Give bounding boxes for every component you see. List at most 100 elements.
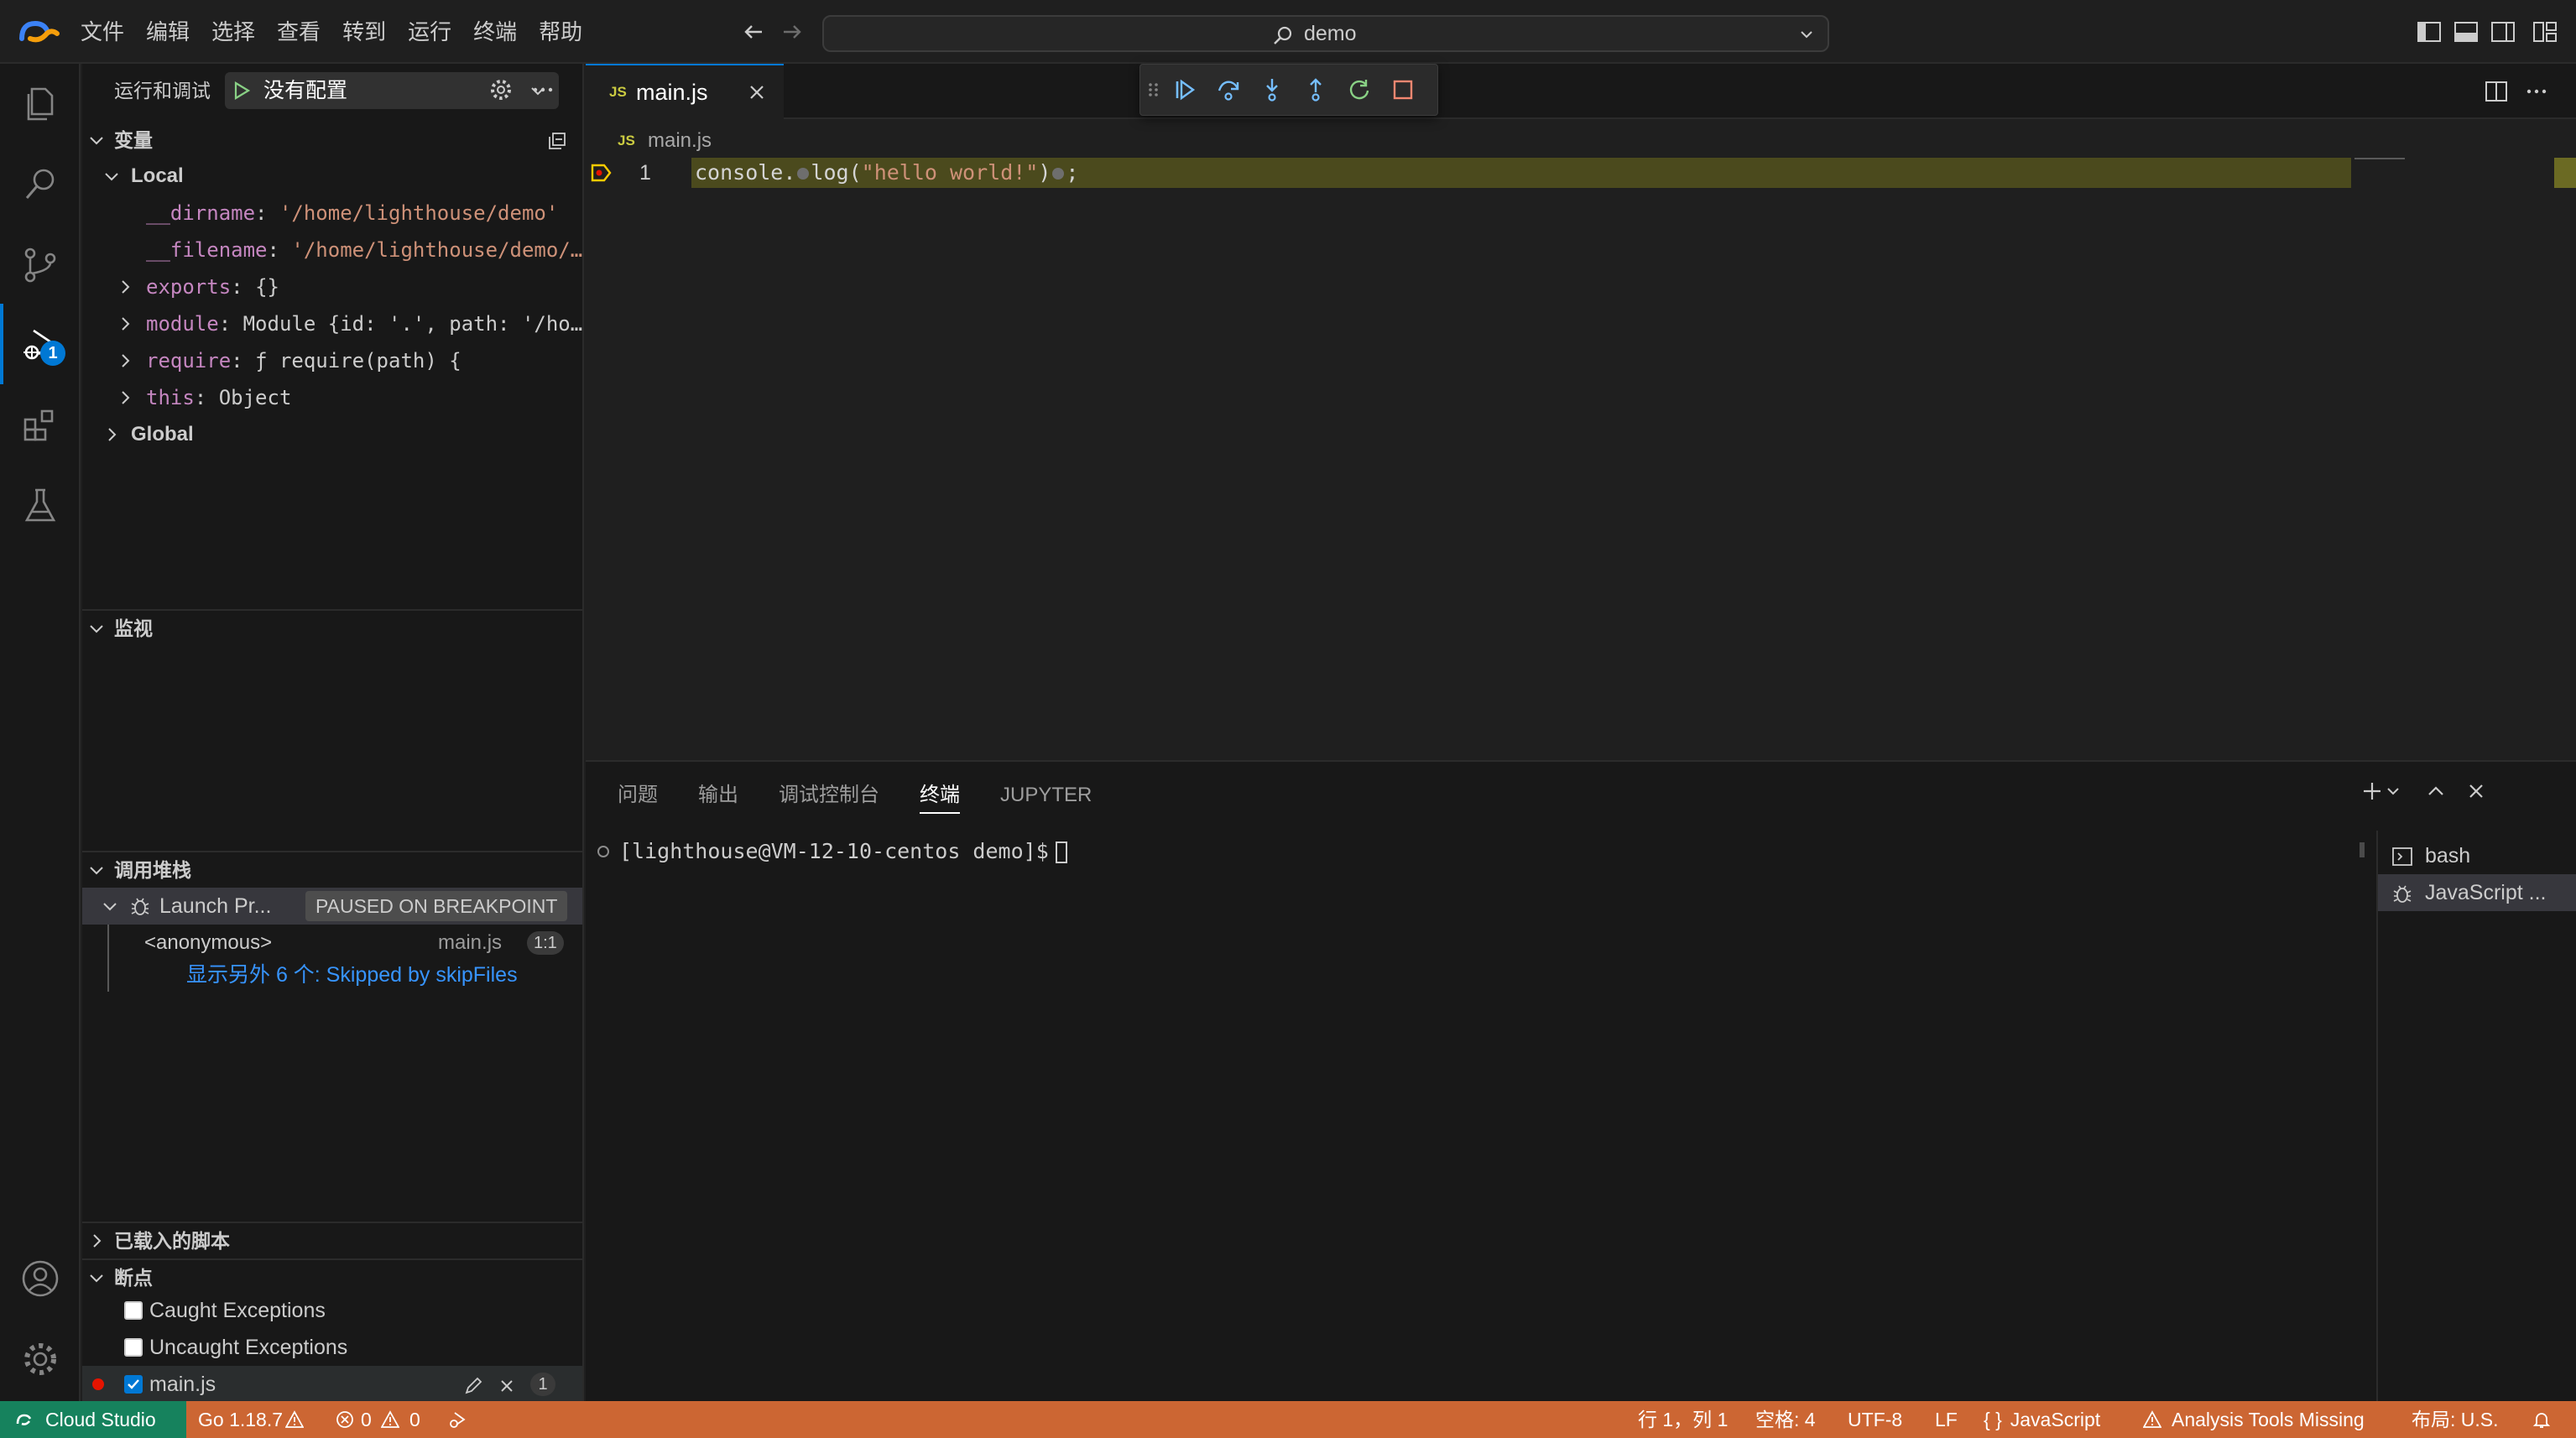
more-actions-icon[interactable] (530, 77, 555, 102)
code-line-1[interactable]: 1 console. log("hello world!"); (586, 158, 2558, 188)
stop-icon[interactable] (1390, 77, 1416, 102)
extensions-icon[interactable] (20, 404, 60, 445)
tab-terminal[interactable]: 终端 (920, 777, 960, 814)
tab-main-js[interactable]: JS main.js (586, 64, 784, 121)
menu-go[interactable]: 转到 (342, 0, 399, 64)
keyboard-layout[interactable]: 布局: U.S. (2412, 1401, 2499, 1438)
continue-icon[interactable] (1172, 77, 1197, 102)
call-stack-section-header[interactable]: 调用堆栈 (82, 851, 582, 886)
error-icon[interactable] (336, 1410, 354, 1429)
terminal-view[interactable]: [lighthouse@VM-12-10-centos demo]$ (586, 831, 2378, 1403)
variable-row[interactable]: __filename: '/home/lighthouse/demo/… (82, 232, 582, 268)
command-center[interactable]: demo (822, 15, 1829, 52)
debug-launch-icon[interactable] (448, 1410, 467, 1429)
watch-section-header[interactable]: 监视 (82, 609, 582, 644)
testing-icon[interactable] (20, 485, 60, 525)
checkbox-checked[interactable] (124, 1375, 143, 1394)
step-over-icon[interactable] (1216, 77, 1241, 102)
toggle-primary-sidebar-icon[interactable] (2417, 20, 2442, 44)
breakpoint-paused-arrow-icon[interactable] (591, 163, 613, 183)
code-text[interactable]: console. log("hello world!"); (695, 158, 1078, 188)
manage-gear-icon[interactable] (20, 1339, 60, 1379)
warning-count[interactable]: 0 (409, 1401, 420, 1438)
breakpoint-caught-exceptions[interactable]: Caught Exceptions (82, 1292, 582, 1329)
cursor-position[interactable]: 行 1，列 1 (1638, 1401, 1728, 1438)
error-count[interactable]: 0 (361, 1401, 372, 1438)
toggle-panel-icon[interactable] (2453, 20, 2479, 44)
show-skipped-frames-link[interactable]: 显示另外 6 个: Skipped by skipFiles (186, 956, 518, 993)
minimap[interactable] (2354, 158, 2405, 159)
back-arrow-icon[interactable] (740, 18, 767, 45)
edit-pencil-icon[interactable] (463, 1376, 483, 1396)
source-control-icon[interactable] (20, 245, 60, 285)
end-of-line[interactable]: LF (1935, 1401, 1958, 1438)
indentation[interactable]: 空格: 4 (1755, 1401, 1816, 1438)
account-icon[interactable] (20, 1258, 60, 1299)
drag-handle-icon[interactable] (1147, 77, 1160, 102)
variable-row[interactable]: this: Object (82, 379, 582, 416)
start-debugging-icon[interactable] (232, 81, 252, 101)
tab-jupyter[interactable]: JUPYTER (1000, 777, 1092, 814)
terminal-item-bash[interactable]: bash (2378, 837, 2576, 874)
step-out-icon[interactable] (1303, 77, 1328, 102)
terminal-item-javascript-debug[interactable]: JavaScript ... (2378, 874, 2576, 911)
split-editor-icon[interactable] (2484, 79, 2509, 104)
terminal-scrollbar[interactable] (2360, 842, 2365, 857)
menu-run[interactable]: 运行 (408, 0, 465, 64)
variables-section-header[interactable]: 变量 (82, 122, 582, 158)
inline-breakpoint-dot[interactable] (1052, 168, 1065, 180)
collapse-all-icon[interactable] (547, 131, 567, 151)
tab-output[interactable]: 输出 (698, 777, 738, 814)
chevron-down-icon[interactable] (1797, 25, 1816, 44)
notifications-bell-icon[interactable] (2532, 1410, 2551, 1429)
scope-local[interactable]: Local (82, 158, 582, 195)
variable-value: {} (255, 275, 279, 299)
scope-global[interactable]: Global (82, 416, 582, 453)
scrollbar-decoration[interactable] (2554, 158, 2576, 188)
analysis-tools-missing[interactable]: Analysis Tools Missing (2172, 1401, 2365, 1438)
more-actions-icon[interactable] (2524, 79, 2549, 104)
command-decoration-icon[interactable] (597, 846, 609, 857)
breakpoints-section-header[interactable]: 断点 (82, 1258, 582, 1294)
loaded-scripts-section-header[interactable]: 已载入的脚本 (82, 1222, 582, 1257)
menu-terminal[interactable]: 终端 (473, 0, 530, 64)
toggle-secondary-sidebar-icon[interactable] (2490, 20, 2516, 44)
tab-problems[interactable]: 问题 (618, 777, 658, 814)
breakpoint-main-js[interactable]: main.js 1 (82, 1366, 582, 1401)
warning-icon[interactable] (381, 1410, 399, 1429)
variable-name: exports (146, 275, 232, 299)
forward-arrow-icon[interactable] (779, 18, 806, 45)
close-panel-icon[interactable] (2464, 779, 2489, 804)
status-bar: Cloud Studio Go 1.18.7 0 0 行 1，列 1 空格: 4… (0, 1401, 2576, 1438)
close-icon[interactable] (497, 1376, 517, 1396)
chevron-down-icon[interactable] (2385, 779, 2401, 804)
go-version[interactable]: Go 1.18.7 (198, 1401, 283, 1438)
search-icon[interactable] (20, 164, 60, 205)
encoding[interactable]: UTF-8 (1848, 1401, 1902, 1438)
language-mode[interactable]: { } JavaScript (1984, 1401, 2100, 1438)
variable-row[interactable]: __dirname: '/home/lighthouse/demo' (82, 195, 582, 232)
call-stack-session[interactable]: Launch Pr... PAUSED ON BREAKPOINT (82, 888, 582, 925)
menu-file[interactable]: 文件 (81, 0, 138, 64)
breakpoint-uncaught-exceptions[interactable]: Uncaught Exceptions (82, 1329, 582, 1366)
close-icon[interactable] (747, 82, 767, 102)
variable-row[interactable]: exports: {} (82, 268, 582, 305)
menu-help[interactable]: 帮助 (539, 0, 596, 64)
menu-edit[interactable]: 编辑 (146, 0, 203, 64)
restart-icon[interactable] (1347, 77, 1372, 102)
variable-row[interactable]: module: Module {id: '.', path: '/ho… (82, 305, 582, 342)
maximize-panel-icon[interactable] (2423, 779, 2448, 804)
step-into-icon[interactable] (1259, 77, 1285, 102)
explorer-icon[interactable] (20, 84, 60, 124)
checkbox[interactable] (124, 1301, 143, 1320)
menu-selection[interactable]: 选择 (211, 0, 269, 64)
variable-row[interactable]: require: ƒ require(path) { (82, 342, 582, 379)
gear-icon[interactable] (488, 77, 514, 102)
customize-layout-icon[interactable] (2532, 20, 2558, 44)
remote-indicator[interactable]: Cloud Studio (0, 1401, 186, 1438)
new-terminal-icon[interactable] (2360, 779, 2385, 804)
menu-view[interactable]: 查看 (277, 0, 334, 64)
inline-breakpoint-dot[interactable] (797, 168, 810, 180)
checkbox[interactable] (124, 1338, 143, 1357)
tab-debug-console[interactable]: 调试控制台 (779, 777, 879, 814)
